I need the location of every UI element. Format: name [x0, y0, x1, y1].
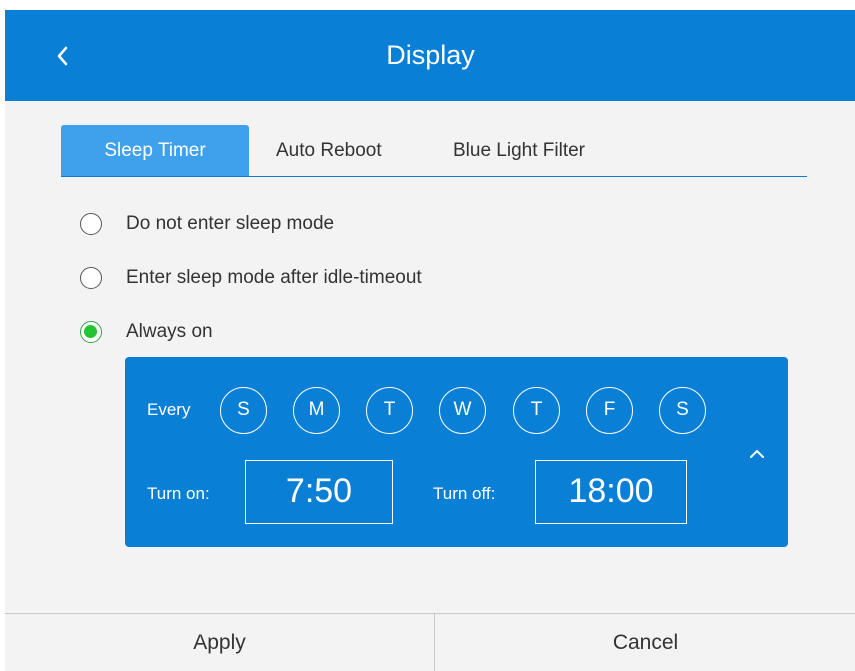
radio-button-selected[interactable] — [80, 321, 102, 343]
option-idle-timeout[interactable]: Enter sleep mode after idle-timeout — [80, 264, 422, 292]
chevron-left-icon — [57, 46, 68, 66]
day-toggle-sunday[interactable]: S — [220, 387, 267, 434]
apply-button[interactable]: Apply — [5, 614, 434, 671]
day-toggle-friday[interactable]: F — [586, 387, 633, 434]
day-toggle-wednesday[interactable]: W — [439, 387, 486, 434]
header-bar: Display — [5, 10, 855, 101]
schedule-panel: Every S M T W T F S Turn on: 7:50 Turn o… — [125, 357, 788, 547]
chevron-up-icon — [750, 450, 764, 458]
option-no-sleep[interactable]: Do not enter sleep mode — [80, 210, 334, 238]
option-label: Do not enter sleep mode — [126, 213, 335, 234]
turn-on-time-field[interactable]: 7:50 — [245, 460, 393, 524]
option-label: Enter sleep mode after idle-timeout — [126, 267, 422, 288]
radio-button[interactable] — [80, 213, 102, 235]
day-toggle-thursday[interactable]: T — [513, 387, 560, 434]
day-toggle-saturday[interactable]: S — [659, 387, 706, 434]
tab-blue-light-filter[interactable]: Blue Light Filter — [453, 125, 585, 176]
tab-sleep-timer[interactable]: Sleep Timer — [61, 125, 249, 176]
footer-bar: Apply Cancel — [5, 613, 855, 671]
day-toggle-tuesday[interactable]: T — [366, 387, 413, 434]
option-always-on[interactable]: Always on — [80, 318, 213, 346]
page-title: Display — [386, 40, 475, 70]
option-label: Always on — [126, 321, 213, 342]
turn-on-label: Turn on: — [147, 484, 210, 503]
tab-bar: Sleep Timer Auto Reboot Blue Light Filte… — [61, 124, 807, 177]
every-label: Every — [147, 400, 191, 419]
collapse-button[interactable] — [742, 439, 772, 469]
tab-auto-reboot[interactable]: Auto Reboot — [276, 125, 382, 176]
cancel-button[interactable]: Cancel — [435, 614, 855, 671]
display-dialog: Display Sleep Timer Auto Reboot Blue Lig… — [5, 10, 855, 671]
day-toggle-monday[interactable]: M — [293, 387, 340, 434]
back-button[interactable] — [45, 38, 81, 74]
turn-off-label: Turn off: — [433, 484, 496, 503]
turn-off-time-field[interactable]: 18:00 — [535, 460, 687, 524]
radio-button[interactable] — [80, 267, 102, 289]
